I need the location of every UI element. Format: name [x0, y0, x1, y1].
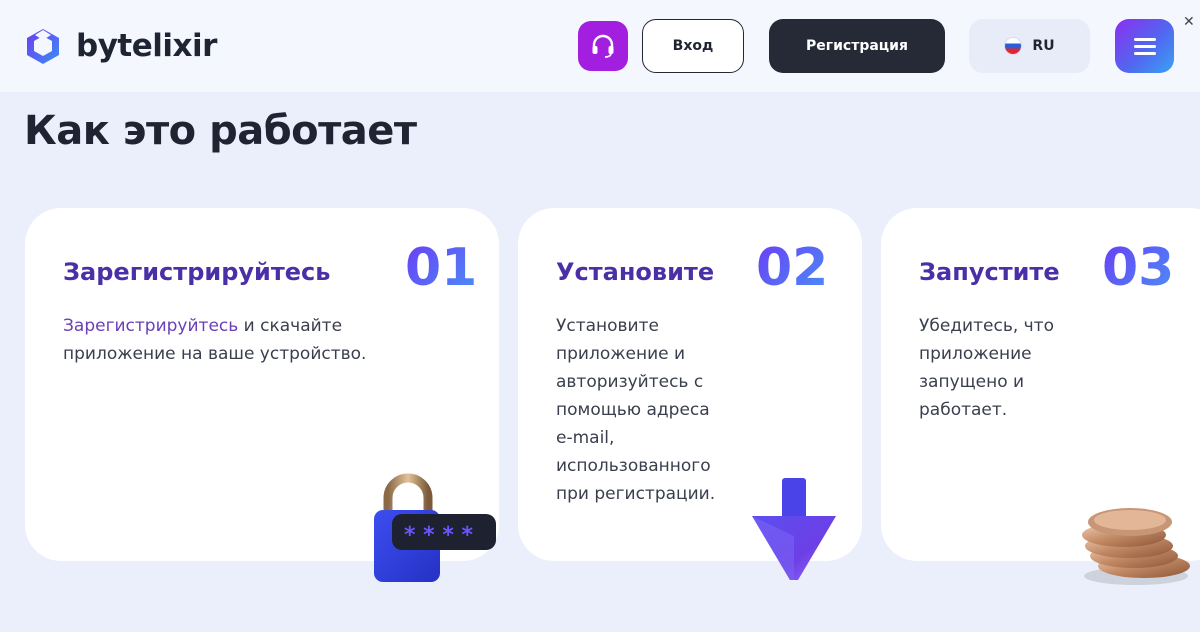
step-number: 03	[1102, 238, 1175, 298]
hamburger-line	[1133, 44, 1156, 48]
language-selector[interactable]: RU	[969, 19, 1090, 73]
login-button[interactable]: Вход	[642, 19, 744, 73]
register-button[interactable]: Регистрация	[769, 19, 945, 73]
step-title: Зарегистрируйтесь	[63, 258, 331, 286]
step-description: Зарегистрируйтесь и скачайте приложение …	[63, 312, 383, 368]
coins-stack-icon	[1082, 508, 1190, 585]
step-number: 02	[756, 238, 829, 298]
hamburger-line	[1133, 51, 1156, 55]
step-number: 01	[405, 238, 478, 298]
page: bytelixir Вход Регистрация RU ✕ Как это …	[0, 0, 1200, 632]
site-header: bytelixir Вход Регистрация RU ✕	[0, 0, 1200, 92]
headset-icon	[592, 34, 614, 58]
step-title: Установите	[556, 258, 715, 286]
register-link[interactable]: Зарегистрируйтесь	[63, 316, 238, 336]
brand-name: bytelixir	[76, 27, 217, 64]
close-icon[interactable]: ✕	[1183, 15, 1195, 29]
language-label: RU	[1032, 38, 1055, 54]
step-title: Запустите	[919, 258, 1060, 286]
padlock-password-icon: * * * *	[374, 473, 496, 582]
step-description: Убедитесь, что приложение запущено и раб…	[919, 316, 1054, 420]
logo[interactable]: bytelixir	[24, 27, 217, 65]
hamburger-menu-button[interactable]	[1115, 19, 1174, 73]
download-arrow-icon	[752, 478, 836, 580]
hamburger-menu-icon	[1133, 37, 1156, 41]
step-description: Установите приложение и авторизуйтесь с …	[556, 316, 716, 504]
svg-text:* * * *: * * * *	[404, 523, 473, 548]
russia-flag-icon	[1004, 37, 1023, 55]
section-title: Как это работает	[24, 108, 417, 154]
support-button[interactable]	[578, 21, 628, 71]
logo-icon	[27, 29, 59, 64]
